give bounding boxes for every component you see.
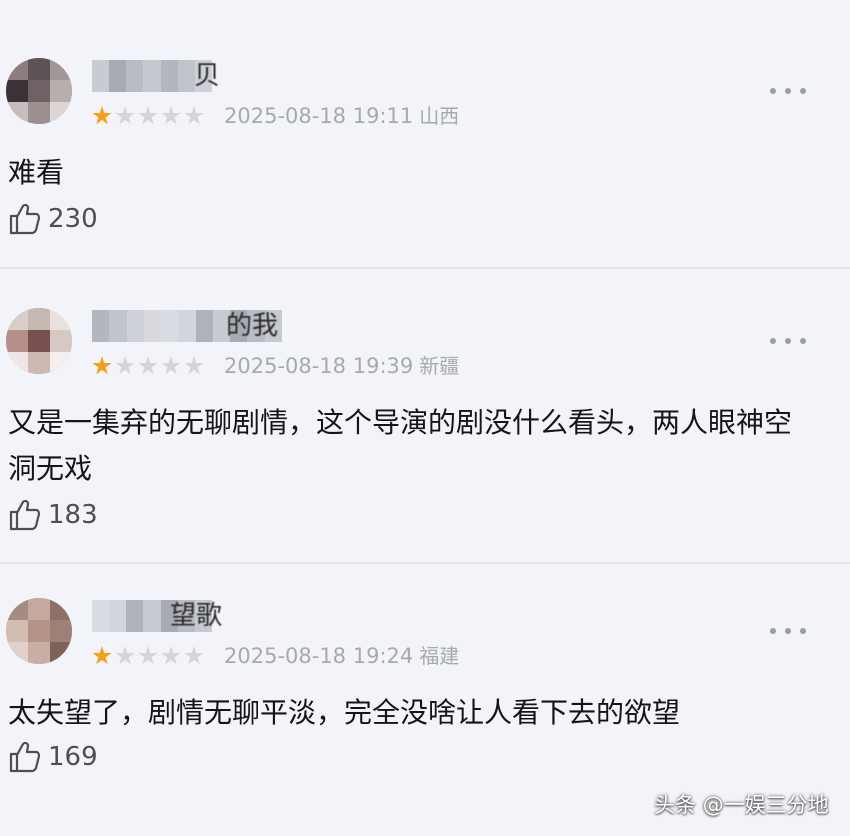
- avatar-pixel: [50, 102, 72, 124]
- like-button[interactable]: 183: [8, 498, 98, 532]
- username-mosaic-block: [126, 600, 144, 632]
- avatar[interactable]: [6, 598, 72, 664]
- comment-timestamp: 2025-08-18 19:11: [224, 104, 414, 128]
- username-mosaic-block: [178, 310, 196, 342]
- avatar-pixel: [28, 330, 50, 352]
- comment-divider: [0, 267, 850, 269]
- username-mosaic-block: [109, 310, 127, 342]
- avatar-pixel: [28, 308, 50, 330]
- star-icon: [92, 646, 112, 665]
- avatar-pixel: [50, 58, 72, 80]
- thumbs-up-icon: [9, 741, 41, 773]
- username-mosaic-block: [109, 60, 127, 92]
- star-icon: [184, 356, 204, 375]
- avatar-pixel: [50, 352, 72, 374]
- more-dots-icon[interactable]: [770, 86, 806, 96]
- avatar-pixel: [28, 598, 50, 620]
- avatar-pixel: [6, 330, 28, 352]
- like-count: 169: [48, 742, 98, 772]
- username-suffix[interactable]: 的我: [226, 310, 278, 342]
- comment-meta: 2025-08-18 19:39 新疆: [224, 352, 459, 380]
- username-mosaic-block: [92, 60, 110, 92]
- comment-text: 太失望了，剧情无聊平淡，完全没啥让人看下去的欲望: [8, 696, 681, 729]
- comment-meta: 2025-08-18 19:24 福建: [224, 642, 459, 670]
- avatar-pixel: [28, 80, 50, 102]
- star-icon: [115, 106, 135, 125]
- avatar-pixel: [6, 598, 28, 620]
- star-icon: [138, 646, 158, 665]
- comment-location: 福建: [419, 644, 460, 668]
- thumbs-up-icon: [9, 499, 41, 531]
- comment-text: 又是一集弃的无聊剧情，这个导演的剧没什么看头，两人眼神空洞无戏: [8, 406, 793, 485]
- username-mosaic-block: [177, 60, 195, 92]
- username-suffix[interactable]: 望歌: [170, 600, 222, 632]
- avatar-pixel: [28, 642, 50, 664]
- avatar-pixel: [6, 80, 28, 102]
- avatar-pixel: [50, 80, 72, 102]
- watermark-text: 头条 @一娱三分地: [654, 793, 829, 817]
- username-mosaic-block: [126, 310, 144, 342]
- avatar[interactable]: [6, 58, 72, 124]
- comment-location: 新疆: [419, 354, 460, 378]
- star-icon: [92, 106, 112, 125]
- like-count: 183: [48, 500, 98, 530]
- avatar-pixel: [28, 102, 50, 124]
- avatar[interactable]: [6, 308, 72, 374]
- star-rating: [92, 646, 204, 666]
- avatar-pixel: [28, 58, 50, 80]
- comment-location: 山西: [419, 104, 460, 128]
- star-icon: [115, 646, 135, 665]
- avatar-pixel: [6, 308, 28, 330]
- username-mosaic-block: [92, 600, 110, 632]
- more-dots-icon[interactable]: [770, 626, 806, 636]
- star-rating: [92, 106, 204, 126]
- username-mosaic-block: [92, 310, 110, 342]
- username-mosaic-block: [109, 600, 127, 632]
- star-icon: [138, 356, 158, 375]
- more-dots-icon[interactable]: [770, 336, 806, 346]
- username-mosaic-block: [161, 310, 179, 342]
- like-count: 230: [48, 204, 98, 234]
- like-button[interactable]: 169: [8, 740, 98, 774]
- avatar-pixel: [28, 352, 50, 374]
- comment-divider: [0, 562, 850, 564]
- avatar-pixel: [50, 620, 72, 642]
- username-mosaic-block: [143, 60, 161, 92]
- avatar-pixel: [6, 102, 28, 124]
- avatar-pixel: [50, 598, 72, 620]
- star-icon: [161, 646, 181, 665]
- star-icon: [161, 106, 181, 125]
- avatar-pixel: [6, 352, 28, 374]
- username-mosaic-block: [143, 600, 161, 632]
- comment-timestamp: 2025-08-18 19:39: [224, 354, 414, 378]
- username-mosaic-block: [160, 60, 178, 92]
- thumbs-up-icon: [9, 203, 41, 235]
- avatar-pixel: [6, 642, 28, 664]
- avatar-pixel: [6, 58, 28, 80]
- comment-meta: 2025-08-18 19:11 山西: [224, 102, 459, 130]
- like-button[interactable]: 230: [8, 202, 98, 236]
- star-icon: [184, 646, 204, 665]
- avatar-pixel: [50, 330, 72, 352]
- avatar-pixel: [50, 308, 72, 330]
- comment-text: 难看: [8, 156, 65, 189]
- avatar-pixel: [6, 620, 28, 642]
- username-suffix[interactable]: 贝: [194, 60, 220, 92]
- username-mosaic-block: [126, 60, 144, 92]
- star-icon: [138, 106, 158, 125]
- star-icon: [184, 106, 204, 125]
- username-mosaic-block: [143, 310, 162, 342]
- star-icon: [161, 356, 181, 375]
- avatar-pixel: [50, 642, 72, 664]
- star-rating: [92, 356, 204, 376]
- username-mosaic-block: [195, 310, 213, 342]
- star-icon: [92, 356, 112, 375]
- comment-timestamp: 2025-08-18 19:24: [224, 644, 414, 668]
- avatar-pixel: [28, 620, 50, 642]
- star-icon: [115, 356, 135, 375]
